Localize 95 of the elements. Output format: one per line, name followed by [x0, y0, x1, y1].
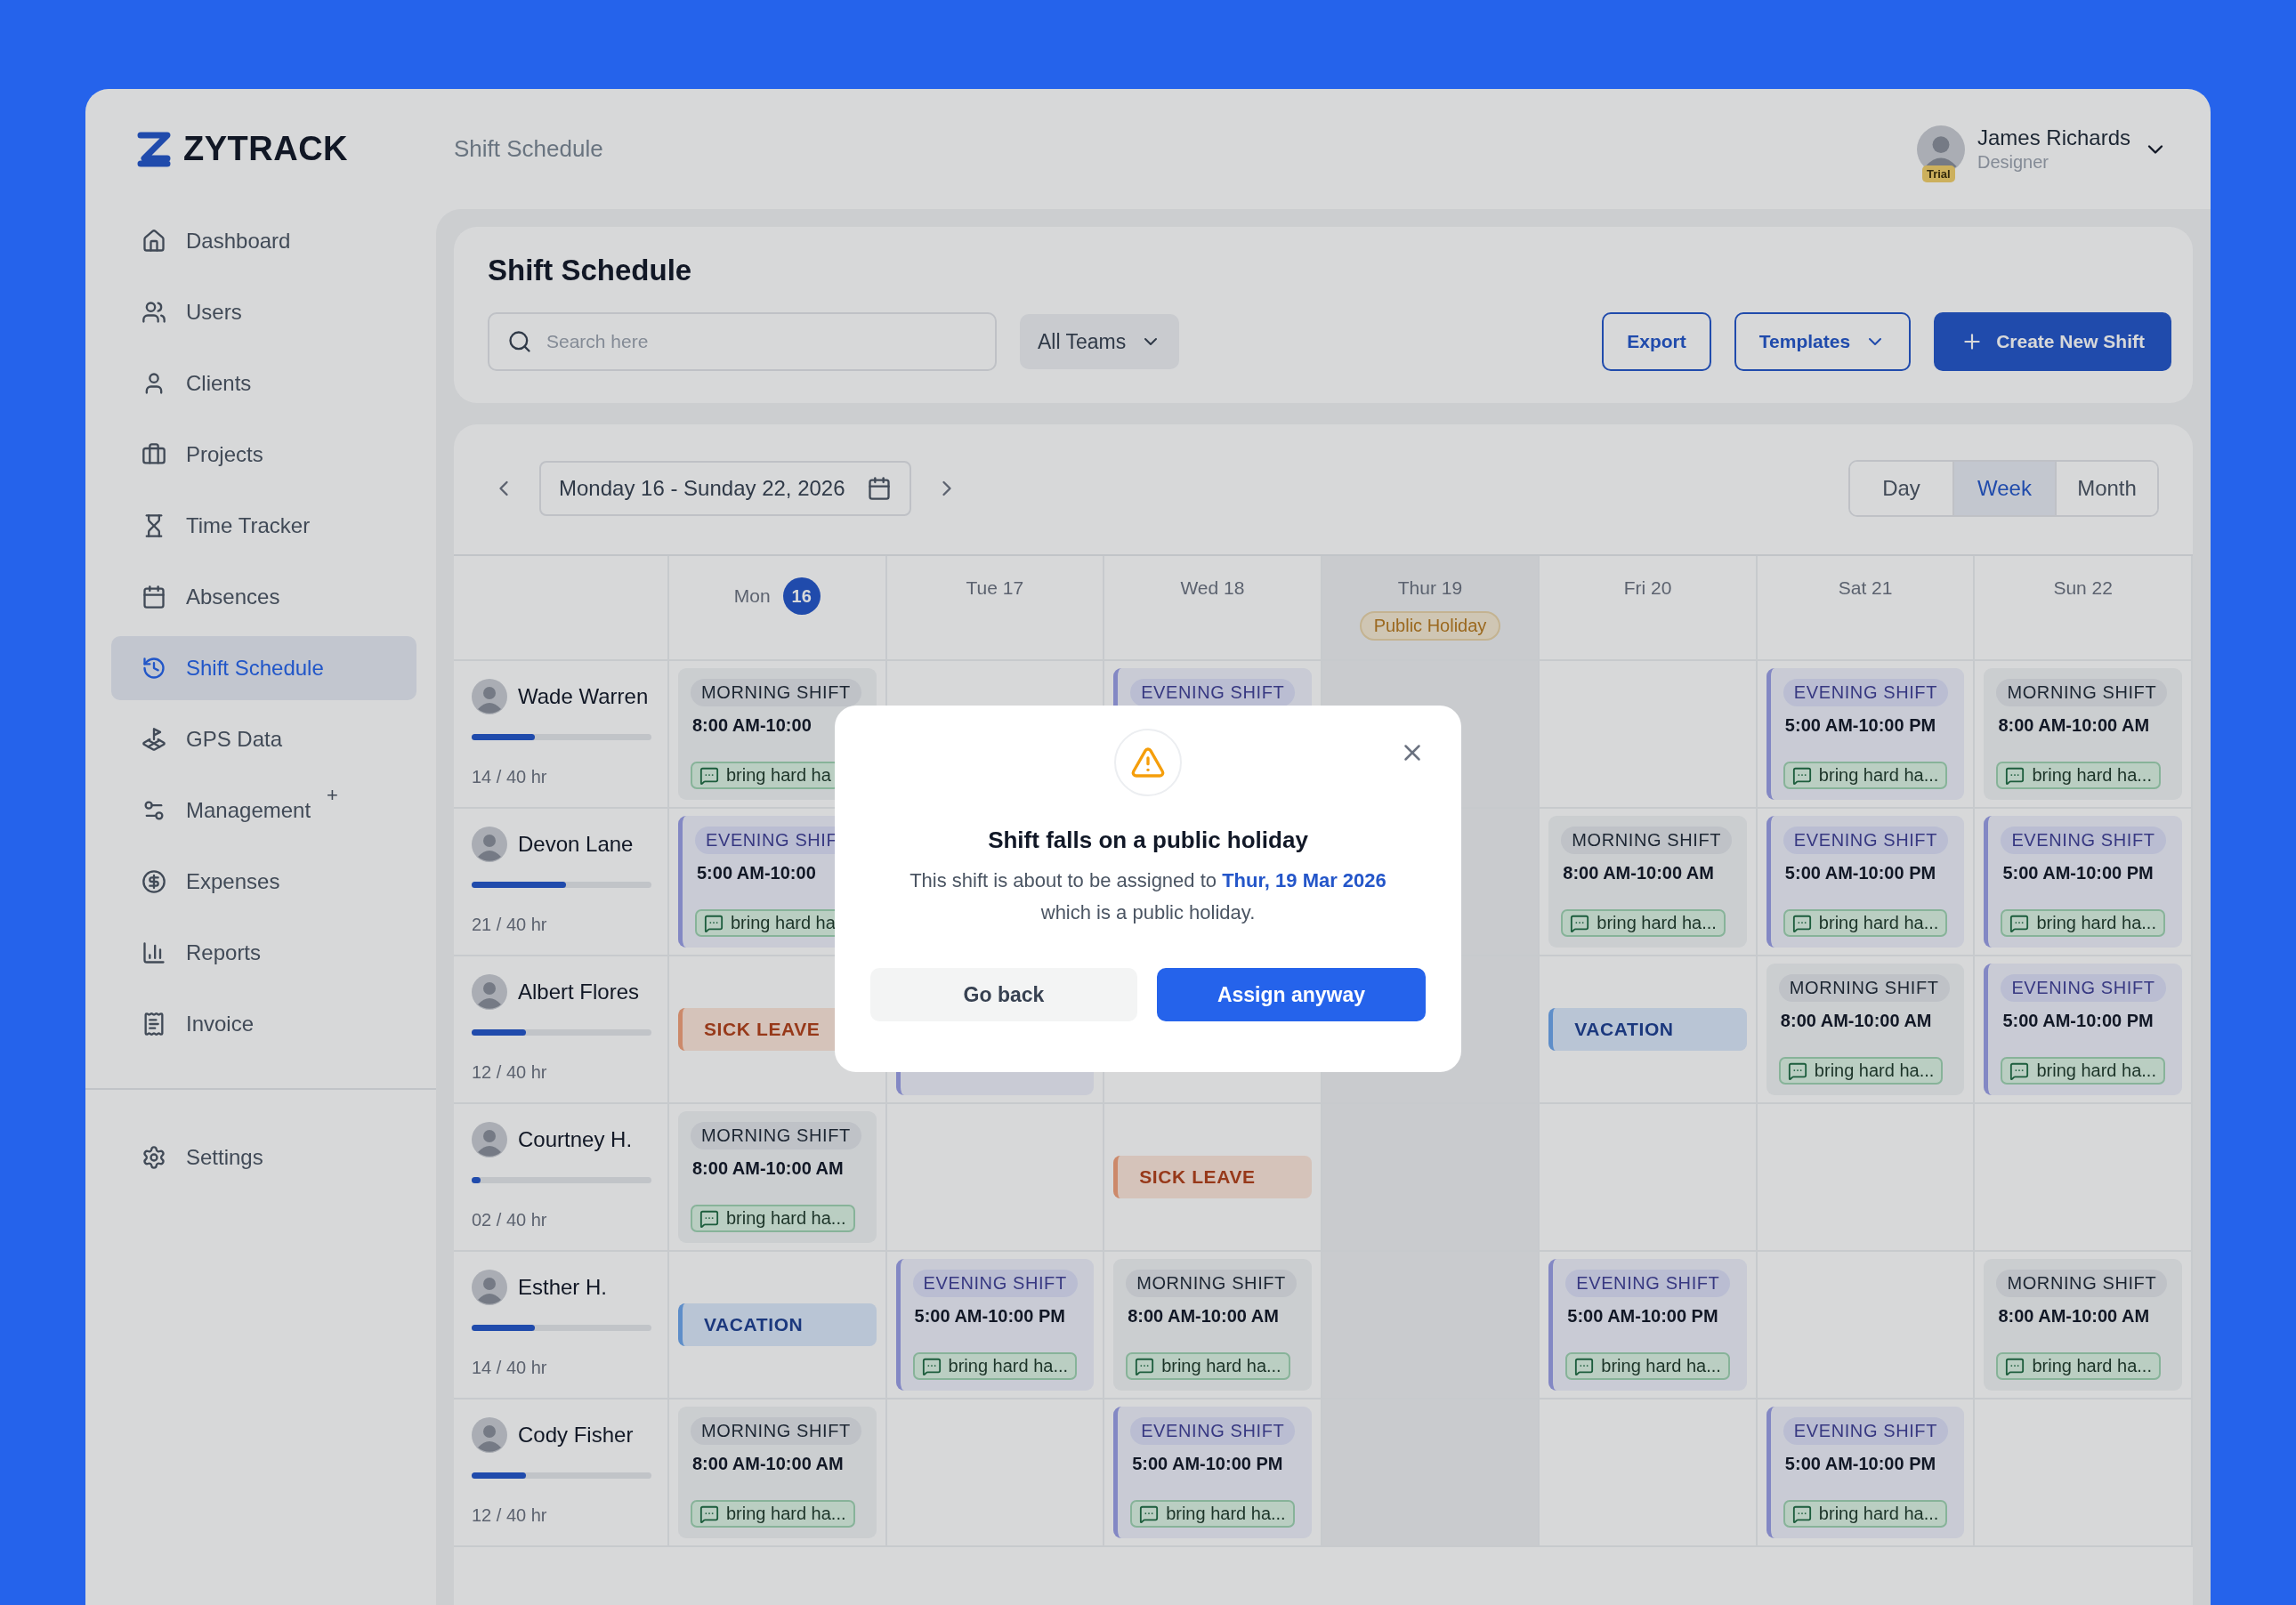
- shift-tag: MORNING SHIFT: [691, 679, 861, 706]
- day-label: Sat 21: [1838, 577, 1893, 599]
- hours-text: 02 / 40 hr: [472, 1210, 548, 1230]
- note-text: bring hard ha...: [1814, 1061, 1935, 1081]
- day-label: Mon: [733, 585, 771, 607]
- note-text: bring hard ha...: [2036, 1061, 2156, 1081]
- nav-label: Reports: [186, 940, 262, 965]
- shift-tag: EVENING SHIFT: [912, 1270, 1078, 1297]
- dialog-title: Shift falls on a public holiday: [988, 827, 1308, 854]
- staff-name: Cody Fisher: [518, 1423, 634, 1448]
- user-role: Designer: [1977, 152, 2049, 173]
- note-text: bring hard ha: [731, 913, 836, 933]
- hours-text: 12 / 40 hr: [472, 1062, 548, 1083]
- nav-label: Time Tracker: [186, 513, 311, 538]
- shift-time: 5:00 AM-10:00 PM: [1783, 1454, 1936, 1474]
- shift-time: 8:00 AM-10:00 AM: [691, 1158, 844, 1179]
- staff-name: Albert Flores: [518, 980, 640, 1004]
- note-text: bring hard ha...: [1166, 1504, 1286, 1524]
- shift-tag: MORNING SHIFT: [691, 1417, 861, 1445]
- dialog-message: This shift is about to be assigned to Thur, 19 Mar 2026 which is a public holiday.: [909, 868, 1387, 925]
- shift-tag: EVENING SHIFT: [1783, 679, 1948, 706]
- note-text: bring hard ha...: [1818, 913, 1939, 933]
- note-text: bring hard ha...: [1601, 1356, 1721, 1376]
- nav-label: Projects: [186, 442, 263, 467]
- nav-label: Settings: [186, 1145, 263, 1170]
- shift-time: 5:00 AM-10:00 PM: [2001, 1011, 2154, 1031]
- day-label: Wed 18: [1180, 577, 1245, 599]
- day-label: Fri 20: [1623, 577, 1672, 599]
- note-text: bring hard ha...: [2032, 1356, 2152, 1376]
- shift-time: 5:00 AM-10:00 PM: [2001, 863, 2154, 883]
- shift-tag: EVENING SHIFT: [1783, 827, 1948, 854]
- trial-badge: Trial: [1921, 165, 1955, 182]
- shift-tag: MORNING SHIFT: [1996, 1270, 2168, 1297]
- day-label: Tue 17: [966, 577, 1024, 599]
- staff-name: Esther H.: [518, 1275, 608, 1300]
- shift-time: 5:00 AM-10:00 PM: [1783, 715, 1936, 736]
- nav-label: Expenses: [186, 869, 280, 894]
- shift-tag: MORNING SHIFT: [1561, 827, 1733, 854]
- shift-time: 5:00 AM-10:00 PM: [913, 1306, 1065, 1327]
- user-name: James Richards: [1977, 125, 2130, 150]
- nav-label: Clients: [186, 371, 252, 396]
- note-text: bring hard ha...: [1818, 1504, 1939, 1524]
- note-text: bring hard ha...: [2032, 765, 2152, 786]
- shift-tag: MORNING SHIFT: [1996, 679, 2168, 706]
- nav-label: Absences: [186, 585, 280, 609]
- shift-tag: MORNING SHIFT: [1126, 1270, 1297, 1297]
- plus-label: +: [327, 784, 338, 807]
- shift-tag: MORNING SHIFT: [691, 1122, 861, 1149]
- note-text: bring hard ha...: [1161, 1356, 1281, 1376]
- today-badge: 16: [782, 577, 821, 615]
- nav-label: Dashboard: [186, 229, 291, 254]
- shift-tag: EVENING SHIFT: [2001, 827, 2166, 854]
- shift-time: 5:00 AM-10:00 PM: [1131, 1454, 1283, 1474]
- staff-name: Devon Lane: [518, 832, 634, 857]
- staff-name: Courtney H.: [518, 1127, 633, 1152]
- shift-tag: EVENING SHIFT: [1565, 1270, 1731, 1297]
- shift-time: 5:00 AM-10:00 PM: [1783, 863, 1936, 883]
- nav-label: Users: [186, 300, 242, 325]
- note-text: bring hard ha...: [2036, 913, 2156, 933]
- shift-tag: EVENING SHIFT: [2001, 974, 2166, 1002]
- staff-name: Wade Warren: [518, 684, 649, 709]
- hours-text: 21 / 40 hr: [472, 915, 548, 935]
- nav-label: GPS Data: [186, 727, 283, 752]
- shift-time: 8:00 AM-10:00 AM: [1562, 863, 1714, 883]
- shift-tag: MORNING SHIFT: [1778, 974, 1950, 1002]
- day-label: Thur 19: [1397, 577, 1463, 599]
- shift-time: 8:00 AM-10:00 AM: [1997, 1306, 2150, 1327]
- hours-text: 12 / 40 hr: [472, 1505, 548, 1526]
- note-text: bring hard ha...: [1818, 765, 1939, 786]
- breadcrumb: Shift Schedule: [454, 135, 603, 163]
- note-text: bring hard ha: [726, 765, 831, 786]
- shift-time: 5:00 AM-10:00 PM: [1566, 1306, 1718, 1327]
- shift-tag: EVENING SHIFT: [1130, 1417, 1296, 1445]
- hours-text: 14 / 40 hr: [472, 1358, 548, 1378]
- shift-time: 8:00 AM-10:00 AM: [691, 1454, 844, 1474]
- shift-tag: EVENING SHIFT: [1783, 1417, 1948, 1445]
- nav-label: Shift Schedule: [186, 656, 324, 681]
- date-range-text: Monday 16 - Sunday 22, 2026: [559, 476, 845, 501]
- shift-time: 8:00 AM-10:00 AM: [1127, 1306, 1279, 1327]
- note-text: bring hard ha...: [948, 1356, 1069, 1376]
- shift-time: 8:00 AM-10:00 AM: [1779, 1011, 1932, 1031]
- nav-label: Management: [186, 798, 311, 823]
- page-title: Shift Schedule: [488, 254, 693, 287]
- note-text: bring hard ha...: [726, 1208, 846, 1229]
- holiday-badge: Public Holiday: [1359, 611, 1501, 641]
- hours-text: 14 / 40 hr: [472, 767, 548, 787]
- shift-time: 8:00 AM-10:00: [691, 715, 812, 736]
- note-text: bring hard ha...: [1597, 913, 1717, 933]
- shift-time: 8:00 AM-10:00 AM: [1997, 715, 2150, 736]
- shift-time: 5:00 AM-10:00: [696, 863, 816, 883]
- shift-tag: EVENING SHIFT: [1130, 679, 1296, 706]
- note-text: bring hard ha...: [726, 1504, 846, 1524]
- logo-text: ZYTRACK: [183, 130, 349, 168]
- nav-label: Invoice: [186, 1012, 255, 1036]
- day-label: Sun 22: [2053, 577, 2113, 599]
